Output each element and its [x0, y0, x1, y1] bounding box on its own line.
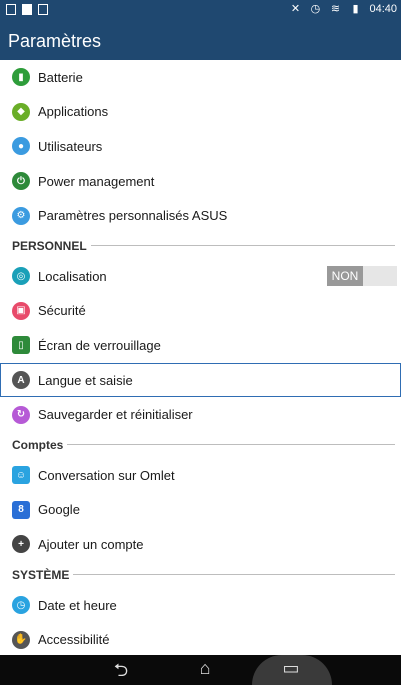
item-label: Date et heure	[38, 597, 117, 613]
system-status: ✕ ◷ ≋ ▮ 04:40	[289, 3, 397, 15]
item-label: Langue et saisie	[38, 372, 133, 388]
wifi-icon: ≋	[330, 3, 341, 15]
sd-card-icon	[22, 4, 32, 15]
settings-item-omlet[interactable]: ☺ Conversation sur Omlet	[0, 458, 401, 493]
section-divider	[67, 444, 395, 446]
battery-status-icon: ▮	[352, 3, 359, 15]
section-header-comptes: Comptes	[0, 432, 401, 458]
location-icon: ◎	[12, 267, 30, 286]
settings-item-add-account[interactable]: + Ajouter un compte	[0, 527, 401, 562]
backup-icon: ↻	[12, 405, 30, 424]
section-title: SYSTÈME	[12, 567, 70, 582]
home-icon[interactable]: ⌂	[190, 658, 220, 679]
mute-icon: ✕	[290, 3, 301, 15]
section-divider	[73, 574, 395, 576]
recent-apps-icon[interactable]: ▭	[276, 658, 306, 679]
settings-item-securite[interactable]: ▣ Sécurité	[0, 294, 401, 329]
app-bar: Paramètres	[0, 22, 401, 60]
item-label: Power management	[38, 173, 155, 189]
screenshot-icon	[38, 4, 48, 15]
back-icon[interactable]: ⮌	[106, 658, 136, 688]
clock-icon: ◷	[12, 596, 30, 615]
item-label: Écran de verrouillage	[38, 337, 161, 353]
apps-icon: ◆	[12, 102, 30, 121]
item-label: Utilisateurs	[38, 138, 103, 154]
item-label: Paramètres personnalisés ASUS	[38, 208, 228, 224]
item-label: Google	[38, 502, 80, 518]
sim-card-icon	[6, 4, 16, 15]
lock-screen-icon: ▯	[12, 336, 30, 355]
page-title: Paramètres	[8, 31, 102, 51]
settings-item-ecran-verrouillage[interactable]: ▯ Écran de verrouillage	[0, 328, 401, 363]
item-label: Accessibilité	[38, 632, 110, 648]
settings-item-asus[interactable]: ⚙ Paramètres personnalisés ASUS	[0, 198, 401, 233]
location-toggle[interactable]: NON	[327, 265, 397, 286]
section-divider	[90, 245, 395, 247]
item-label: Conversation sur Omlet	[38, 467, 175, 483]
asus-settings-icon: ⚙	[12, 206, 30, 225]
settings-item-applications[interactable]: ◆ Applications	[0, 95, 401, 130]
clock-time: 04:40	[369, 3, 397, 15]
settings-item-google[interactable]: 8 Google	[0, 493, 401, 528]
section-title: Comptes	[12, 437, 64, 452]
battery-icon: ▮	[12, 68, 30, 87]
item-label: Applications	[38, 104, 109, 120]
add-account-icon: +	[12, 535, 30, 554]
item-label: Sauvegarder et réinitialiser	[38, 407, 193, 423]
settings-item-sauvegarder[interactable]: ↻ Sauvegarder et réinitialiser	[0, 397, 401, 432]
section-header-personnel: PERSONNEL	[0, 233, 401, 259]
alarm-icon: ◷	[310, 3, 321, 15]
settings-item-accessibilite[interactable]: ✋ Accessibilité	[0, 622, 401, 657]
section-header-systeme: SYSTÈME	[0, 562, 401, 588]
item-label: Localisation	[38, 268, 107, 284]
google-icon: 8	[12, 500, 30, 519]
lock-icon: ▣	[12, 301, 30, 320]
status-bar: ✕ ◷ ≋ ▮ 04:40	[0, 0, 401, 22]
settings-item-langue-saisie[interactable]: A Langue et saisie	[0, 362, 401, 398]
settings-item-power-management[interactable]: ⏻ Power management	[0, 164, 401, 199]
notification-icons	[6, 4, 48, 15]
navigation-bar: ⮌ ⌂ ▭	[0, 655, 401, 685]
settings-list[interactable]: ▮ Batterie ◆ Applications ● Utilisateurs…	[0, 60, 401, 657]
item-label: Sécurité	[38, 303, 86, 319]
item-label: Ajouter un compte	[38, 536, 144, 552]
power-management-icon: ⏻	[12, 172, 30, 191]
toggle-label: NON	[327, 265, 363, 286]
user-icon: ●	[12, 137, 30, 156]
settings-item-localisation[interactable]: ◎ Localisation NON	[0, 259, 401, 294]
item-label: Batterie	[38, 69, 83, 85]
settings-item-date-heure[interactable]: ◷ Date et heure	[0, 588, 401, 623]
settings-item-utilisateurs[interactable]: ● Utilisateurs	[0, 129, 401, 164]
settings-item-batterie[interactable]: ▮ Batterie	[0, 60, 401, 95]
omlet-icon: ☺	[12, 466, 30, 485]
section-title: PERSONNEL	[12, 238, 87, 253]
language-icon: A	[12, 371, 30, 390]
accessibility-icon: ✋	[12, 630, 30, 649]
